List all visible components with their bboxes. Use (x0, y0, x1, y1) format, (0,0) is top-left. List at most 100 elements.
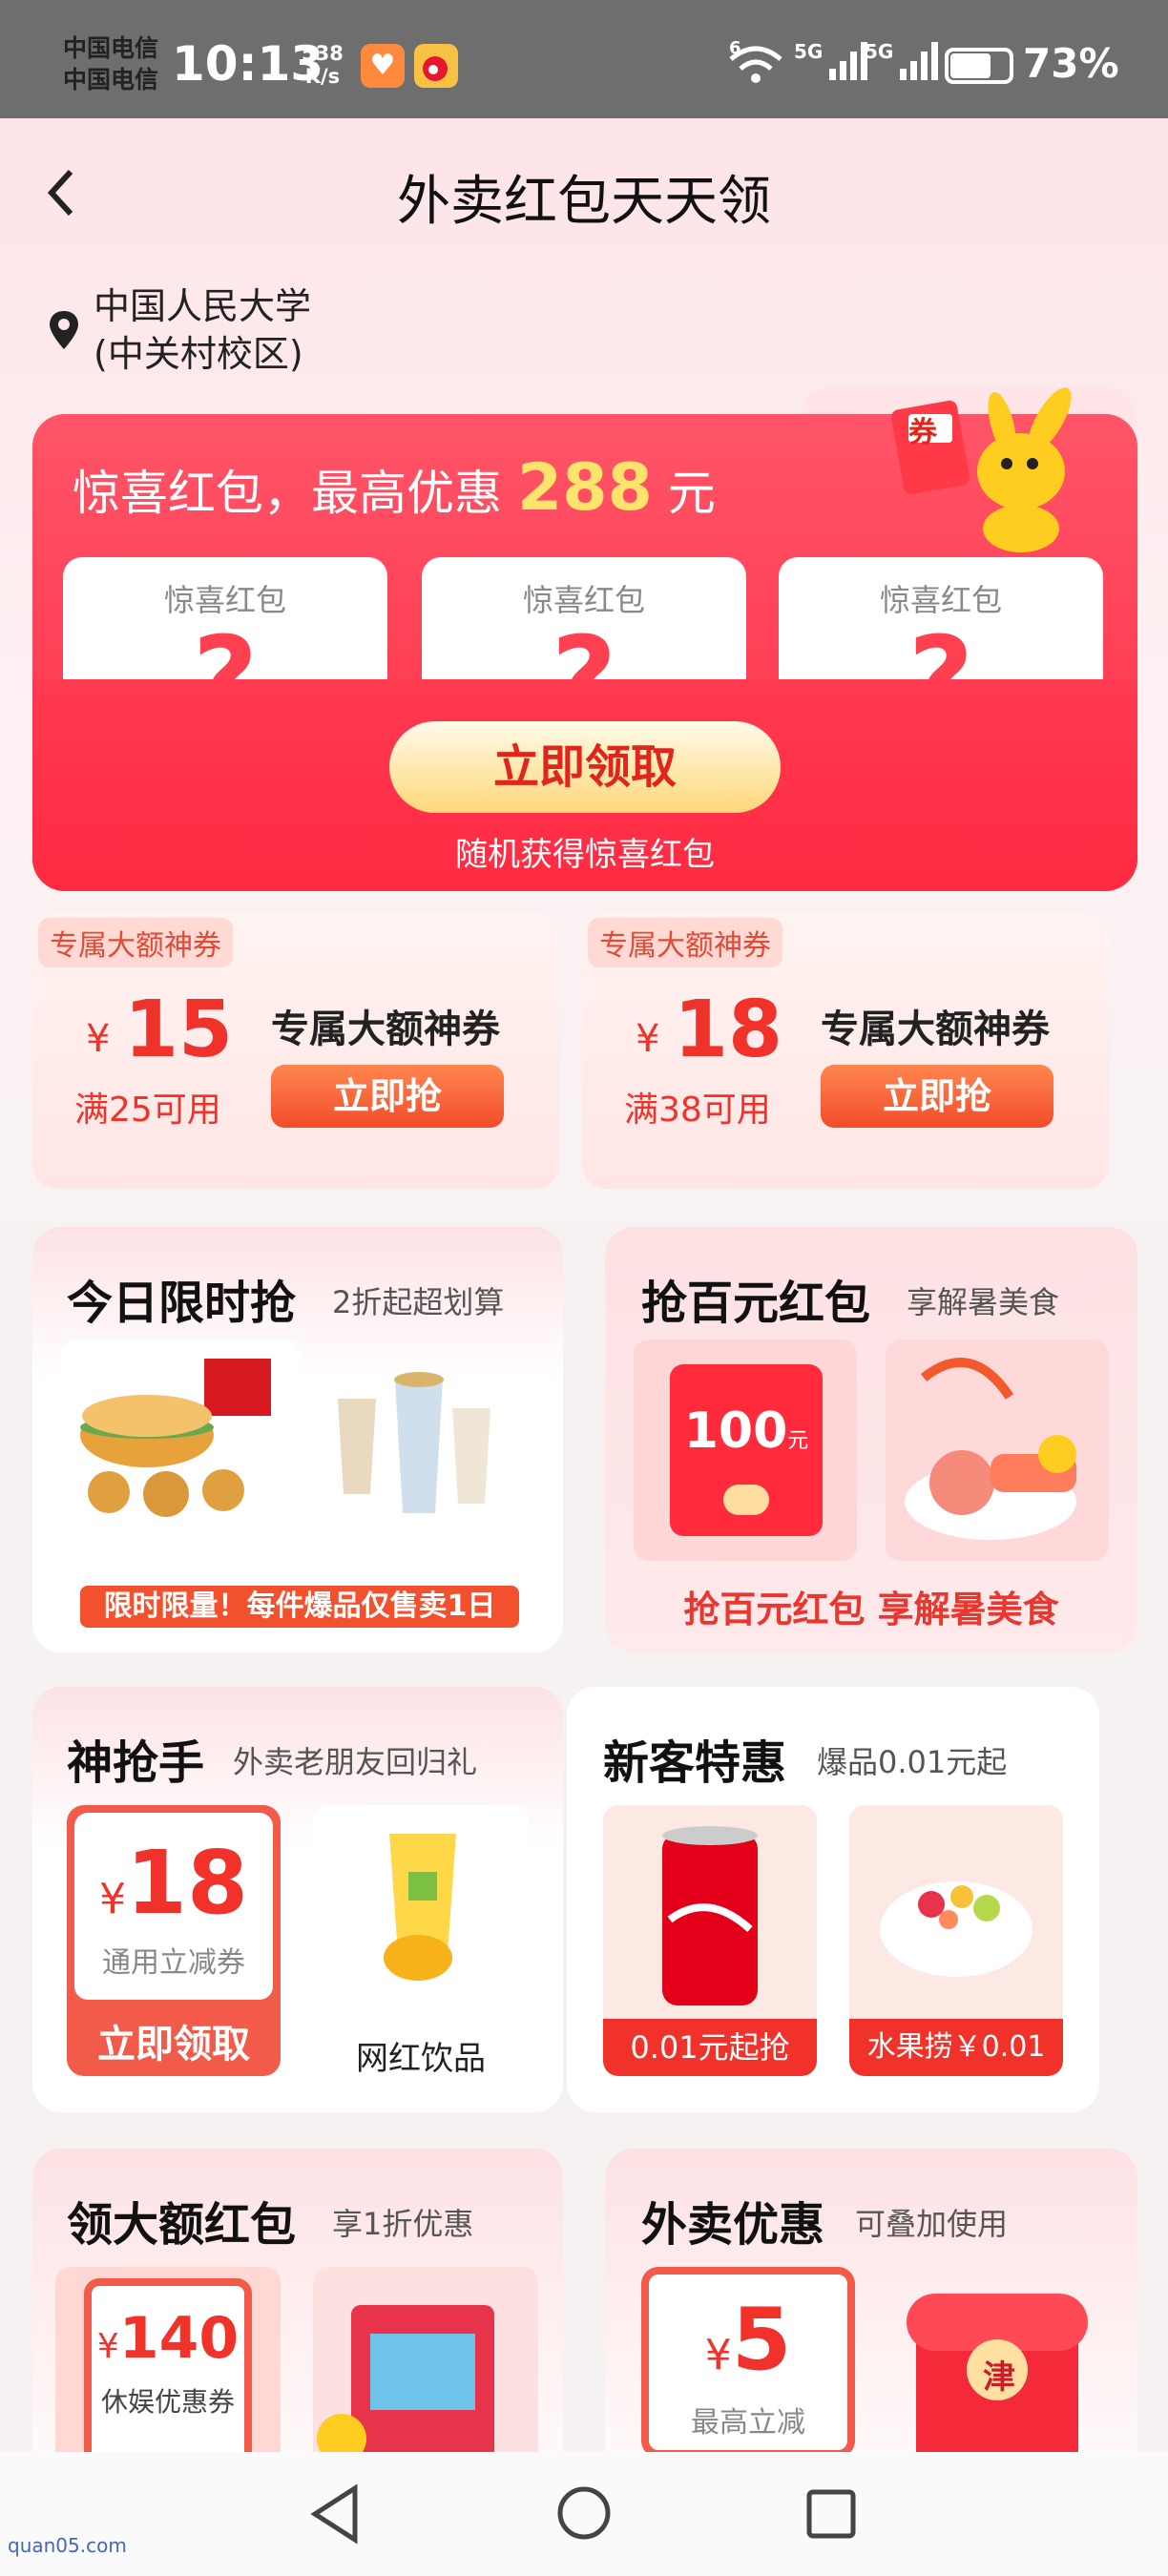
flash-sale-card[interactable]: 今日限时抢 2折起超划算 限时限量！每件爆品仅售卖1日 (32, 1227, 563, 1652)
page-title: 外卖红包天天领 (397, 171, 771, 233)
envelope-amount: 100元 (670, 1402, 823, 1460)
fried-chicken-image (61, 1340, 300, 1530)
flash-sale-title: 今日限时抢 (67, 1277, 297, 1330)
circle-home-icon (557, 2486, 611, 2540)
big-red-envelope-card[interactable]: 领大额红包 享1折优惠 ¥140 休娱优惠券 (32, 2149, 563, 2452)
surprise-headline-text: 惊喜红包，最高优惠 (73, 466, 502, 521)
carrier-2: 中国电信 (63, 66, 159, 93)
sharpshooter-claim-button[interactable]: 立即领取 (67, 2013, 281, 2068)
coupon-card-1: 专属大额神券 ¥ 15 满25可用 专属大额神券 立即抢 (32, 912, 559, 1189)
takeout-subtitle: 可叠加使用 (855, 2206, 1009, 2242)
sharpshooter-title: 神抢手 (67, 1736, 205, 1790)
coupon-value: ¥140 (84, 2305, 252, 2372)
takeout-coupon: ¥5 最高立减 (641, 2267, 855, 2452)
grab-coupon-button[interactable]: 立即抢 (821, 1065, 1053, 1128)
cola-price-label: 0.01元起抢 (603, 2019, 817, 2076)
envelope-seal (723, 1485, 769, 1515)
nav-home-button[interactable] (555, 2484, 613, 2545)
surprise-subtext: 随机获得惊喜红包 (455, 836, 715, 874)
seafood-platter-image (886, 1340, 1109, 1561)
battery-percent: 73% (1023, 40, 1119, 87)
coupon-condition: 满38可用 (624, 1091, 771, 1130)
battery-level (950, 53, 991, 78)
signal-5g-2-label: 5G (865, 40, 894, 63)
coupon-currency: ¥ (636, 1017, 660, 1061)
sharpshooter-card[interactable]: 神抢手 外卖老朋友回归礼 ¥18 通用立减券 立即领取 网红饮品 (32, 1687, 563, 2112)
arcade-machine-image (313, 2267, 538, 2452)
location-pin-icon (48, 309, 80, 355)
grab-coupon-button[interactable]: 立即抢 (271, 1065, 504, 1128)
hundred-title: 抢百元红包 (641, 1277, 871, 1330)
triangle-back-icon (310, 2483, 358, 2545)
big-red-coupon: ¥140 休娱优惠券 (55, 2267, 281, 2452)
heart-app-icon: ♥ (361, 44, 405, 88)
fruit-price-label: 水果捞￥0.01 (849, 2019, 1063, 2076)
hundred-banner: 抢百元红包 享解暑美食 (683, 1589, 1059, 1631)
takeout-title: 外卖优惠 (641, 2198, 825, 2252)
coupon-value: ¥18 (67, 1832, 281, 1934)
nav-recents-button[interactable] (805, 2488, 857, 2544)
mango-drink-image (313, 1805, 529, 2004)
coupon-label: 通用立减券 (102, 1946, 245, 1980)
big-red-title: 领大额红包 (67, 2198, 297, 2252)
new-customer-card[interactable]: 新客特惠 爆品0.01元起 0.01元起抢 水果捞￥0.01 (567, 1687, 1099, 2112)
hundred-subtitle: 享解暑美食 (907, 1284, 1060, 1320)
envelope-amount-value: 100 (683, 1402, 788, 1460)
bag-mark: 津 (983, 2358, 1015, 2397)
page-content: 外卖红包天天领 中国人民大学 (中关村校区) 券 惊喜红包，最高优惠 288 元… (0, 118, 1168, 2452)
red-envelope-100-image: 100元 (634, 1340, 857, 1561)
surprise-amount: 288 (516, 450, 653, 526)
flash-sale-subtitle: 2折起超划算 (332, 1284, 505, 1320)
carrier-names: 中国电信 中国电信 (63, 32, 158, 95)
envelope-amount-unit: 元 (787, 1429, 809, 1453)
surprise-headline: 惊喜红包，最高优惠 288 元 (73, 450, 716, 526)
milk-tea-cups-image (319, 1351, 510, 1532)
fruit-bowl-image: 水果捞￥0.01 (849, 1805, 1063, 2076)
wifi-label: 6 (729, 38, 741, 58)
coupon-label: 最高立减 (691, 2406, 805, 2440)
coupon-currency: ¥ (96, 2327, 119, 2366)
coupon-currency: ¥ (86, 1017, 111, 1061)
ticket-badge: 券 (908, 416, 937, 449)
big-red-subtitle: 享1折优惠 (332, 2206, 474, 2242)
square-recents-icon (806, 2489, 856, 2539)
coupon-card-2: 专属大额神券 ¥ 18 满38可用 专属大额神券 立即抢 (582, 912, 1109, 1189)
cola-can-image: 0.01元起抢 (603, 1805, 817, 2076)
coupon-amount: 5 (731, 2290, 792, 2390)
coupon-name: 专属大额神券 (821, 1008, 1050, 1051)
network-speed: 538 K/s (302, 42, 344, 88)
coupon-tag: 专属大额神券 (38, 918, 233, 967)
location-line-2: (中关村校区) (94, 333, 303, 375)
location-selector[interactable]: 中国人民大学 (中关村校区) (94, 282, 311, 378)
signal-5g-2: 5G (865, 40, 940, 86)
watermark: quan05.com (8, 2534, 127, 2557)
coupon-currency: ¥ (98, 1875, 126, 1923)
coupon-condition: 满25可用 (74, 1091, 221, 1130)
coupon-amount: 140 (118, 2305, 240, 2372)
sharpshooter-coupon: ¥18 通用立减券 立即领取 (67, 1805, 281, 2076)
takeout-offer-card[interactable]: 外卖优惠 可叠加使用 ¥5 最高立减 津 (605, 2149, 1137, 2452)
new-customer-title: 新客特惠 (603, 1736, 787, 1790)
flash-sale-banner: 限时限量！每件爆品仅售卖1日 (80, 1586, 519, 1628)
signal-5g-1-label: 5G (794, 40, 824, 63)
sharpshooter-subtitle: 外卖老朋友回归礼 (233, 1744, 478, 1780)
coupon-currency: ¥ (704, 2331, 732, 2379)
claim-surprise-button[interactable]: 立即领取 (389, 721, 781, 813)
carrier-1: 中国电信 (63, 34, 159, 62)
coupon-amount: 15 (124, 985, 234, 1075)
drink-label: 网红饮品 (356, 2040, 486, 2078)
coupon-label: 休娱优惠券 (100, 2386, 235, 2418)
new-customer-subtitle: 爆品0.01元起 (817, 1744, 1008, 1780)
coupon-name: 专属大额神券 (271, 1008, 500, 1051)
nav-back-button[interactable] (307, 2483, 365, 2549)
coupon-amount: 18 (125, 1832, 249, 1934)
network-speed-value: 538 (302, 42, 344, 65)
location-line-1: 中国人民大学 (94, 285, 312, 327)
coupon-value: ¥5 (649, 2290, 847, 2390)
coupon-tag: 专属大额神券 (588, 918, 782, 967)
signal-bars-icon (900, 42, 939, 80)
coupon-amount: 18 (674, 985, 783, 1075)
hundred-yuan-card[interactable]: 抢百元红包 享解暑美食 100元 抢百元红包 享解暑美食 (605, 1227, 1137, 1652)
network-speed-unit: K/s (304, 65, 341, 88)
weibo-app-icon (414, 44, 458, 88)
